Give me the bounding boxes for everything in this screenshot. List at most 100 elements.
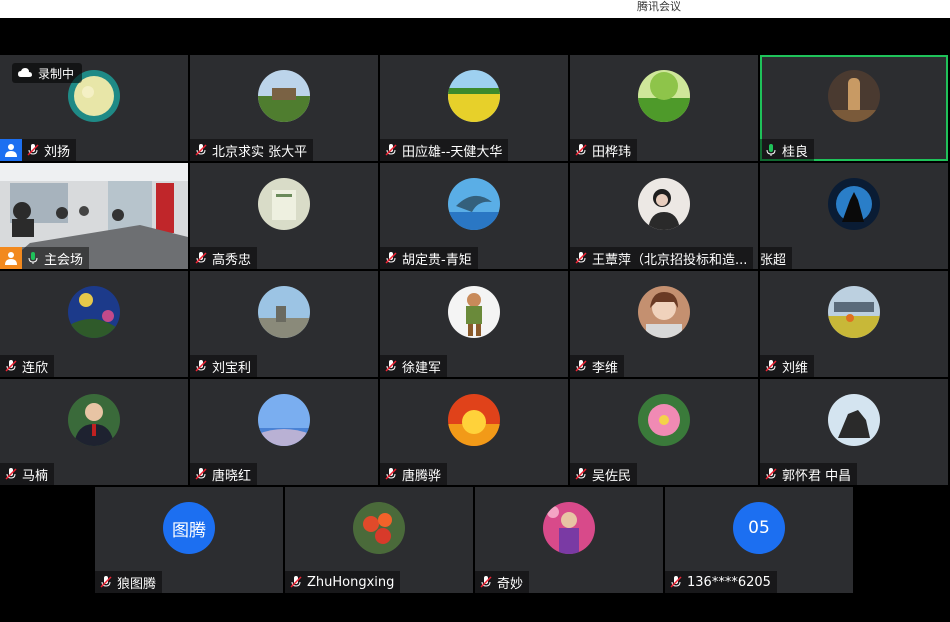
avatar (68, 286, 120, 338)
participant-name: 胡定贵-青矩 (402, 252, 472, 268)
avatar (68, 394, 120, 446)
avatar (258, 286, 310, 338)
participant-namebar: 狼图腾 (95, 571, 163, 593)
mic-speaking-icon (28, 252, 38, 264)
mic-muted-icon (195, 144, 207, 156)
participant-tile-tangtenghua[interactable]: 唐腾骅 (380, 379, 568, 485)
mic-muted-icon (575, 360, 587, 372)
participant-namebar: 高秀忠 (190, 247, 258, 269)
participant-tile-wangxunping[interactable]: 王蕈萍（北京招投标和造... (570, 163, 758, 269)
participant-namebar: ZhuHongxing (285, 571, 401, 593)
participant-tile-liuyang[interactable]: 录制中 刘扬 (0, 55, 188, 161)
avatar (638, 394, 690, 446)
participant-tile-qimiao[interactable]: 奇妙 (475, 487, 663, 593)
avatar (828, 394, 880, 446)
mic-muted-icon (575, 144, 587, 156)
mic-muted-icon (290, 576, 302, 588)
participant-namebar: 田应雄--天健大华 (380, 139, 509, 161)
participant-tile-gaoxiuzhong[interactable]: 高秀忠 (190, 163, 378, 269)
mic-muted-icon (385, 252, 397, 264)
mic-muted-icon (100, 576, 112, 588)
participant-name: 高秀忠 (212, 252, 252, 268)
mic-muted-icon (195, 252, 207, 264)
participant-name: 徐建军 (402, 360, 442, 376)
avatar (828, 178, 880, 230)
recording-label: 录制中 (38, 66, 75, 81)
avatar (543, 502, 595, 554)
participant-namebar: 136****6205 (665, 571, 777, 593)
mic-muted-icon (195, 468, 207, 480)
mic-muted-icon (385, 144, 397, 156)
participant-tile-hudinggui[interactable]: 胡定贵-青矩 (380, 163, 568, 269)
participant-namebar: 徐建军 (380, 355, 448, 377)
avatar (448, 178, 500, 230)
participant-name: 吴佐民 (592, 468, 632, 484)
participant-tile-tianyingxiong[interactable]: 田应雄--天健大华 (380, 55, 568, 161)
participant-name: 刘维 (782, 360, 809, 376)
participant-name: 马楠 (22, 468, 49, 484)
participant-namebar: 刘维 (760, 355, 815, 377)
participant-tile-guiliang[interactable]: 桂良 (760, 55, 948, 161)
participant-tile-liwei[interactable]: 李维 (570, 271, 758, 377)
participant-namebar: 郭怀君 中昌 (760, 463, 858, 485)
participant-tile-zhangchao[interactable]: 张超 (760, 163, 948, 269)
avatar (638, 286, 690, 338)
participant-namebar: 田桦玮 (570, 139, 638, 161)
video-grid-bottom-row: 图腾 狼图腾 ZhuHongxing 奇妙 05 136****6205 (0, 487, 950, 595)
mic-muted-icon (670, 576, 682, 588)
mic-muted-icon (195, 360, 207, 372)
avatar (448, 70, 500, 122)
participant-tile-zhuhongxing[interactable]: ZhuHongxing (285, 487, 473, 593)
avatar (258, 394, 310, 446)
participant-namebar: 主会场 (0, 247, 90, 269)
window-titlebar: 腾讯会议 (0, 0, 950, 18)
participant-namebar: 桂良 (760, 139, 815, 161)
participant-tile-liuwei[interactable]: 刘维 (760, 271, 948, 377)
participant-namebar: 奇妙 (475, 571, 530, 593)
participant-name: 王蕈萍（北京招投标和造... (592, 252, 748, 268)
participant-namebar: 李维 (570, 355, 625, 377)
participant-tile-guohuaijun[interactable]: 郭怀君 中昌 (760, 379, 948, 485)
avatar (638, 178, 690, 230)
participant-tile-liubaoli[interactable]: 刘宝利 (190, 271, 378, 377)
participant-tile-tianhuawei[interactable]: 田桦玮 (570, 55, 758, 161)
avatar (828, 286, 880, 338)
mic-muted-icon (765, 360, 777, 372)
participant-name: 唐腾骅 (402, 468, 442, 484)
participant-tile-lianxin[interactable]: 连欣 (0, 271, 188, 377)
participant-name: 刘宝利 (212, 360, 252, 376)
participant-namebar: 王蕈萍（北京招投标和造... (570, 247, 754, 269)
mic-muted-icon (575, 468, 587, 480)
mic-muted-icon (5, 360, 17, 372)
participant-tile-xujianjun[interactable]: 徐建军 (380, 271, 568, 377)
participant-name: 田应雄--天健大华 (402, 144, 503, 160)
mic-muted-icon (5, 468, 17, 480)
mic-muted-icon (385, 360, 397, 372)
mic-muted-icon (27, 144, 39, 156)
participant-namebar: 唐晓红 (190, 463, 258, 485)
avatar (828, 70, 880, 122)
participant-tile-langtuteng[interactable]: 图腾 狼图腾 (95, 487, 283, 593)
host-badge-icon (0, 139, 22, 161)
participant-name: 连欣 (22, 360, 49, 376)
participant-namebar: 北京求实 张大平 (190, 139, 314, 161)
mic-muted-icon (480, 576, 492, 588)
avatar: 05 (733, 502, 785, 554)
participant-namebar: 唐腾骅 (380, 463, 448, 485)
avatar (353, 502, 405, 554)
participant-name: 奇妙 (497, 576, 524, 592)
cloud-icon (18, 68, 32, 77)
participant-tile-136-6205[interactable]: 05 136****6205 (665, 487, 853, 593)
avatar (258, 178, 310, 230)
avatar (448, 394, 500, 446)
participant-namebar: 马楠 (0, 463, 55, 485)
participant-name: 唐晓红 (212, 468, 252, 484)
participant-tile-wuzuomin[interactable]: 吴佐民 (570, 379, 758, 485)
participant-tile-manan[interactable]: 马楠 (0, 379, 188, 485)
participant-name: 刘扬 (44, 144, 71, 160)
video-grid: 录制中 刘扬 北京求实 张大平 田应雄--天健大华 田桦玮 桂良 主会场 高秀忠… (0, 55, 950, 485)
participant-tile-zhuhuichang[interactable]: 主会场 (0, 163, 188, 269)
participant-tile-tangxiaohong[interactable]: 唐晓红 (190, 379, 378, 485)
participant-tile-zhangdaping[interactable]: 北京求实 张大平 (190, 55, 378, 161)
avatar: 图腾 (163, 502, 215, 554)
